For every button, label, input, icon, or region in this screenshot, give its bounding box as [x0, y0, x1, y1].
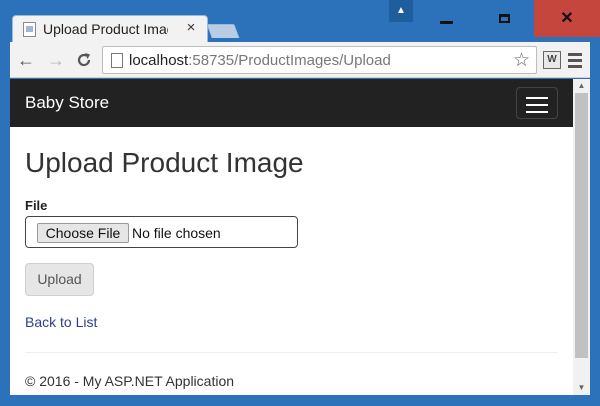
scroll-down-icon[interactable]: ▼ [573, 381, 590, 395]
forward-arrow-icon[interactable]: → [44, 48, 68, 72]
navbar-toggle-button[interactable] [516, 87, 558, 119]
maximize-icon [499, 14, 510, 24]
page-icon [111, 53, 123, 68]
vertical-scrollbar[interactable]: ▲ ▼ [573, 79, 590, 395]
browser-tab[interactable]: Upload Product Image × [12, 15, 208, 42]
file-label: File [25, 198, 48, 213]
page-title: Upload Product Image [25, 147, 304, 178]
bookmark-star-icon[interactable]: ☆ [513, 49, 530, 72]
reload-icon[interactable] [72, 48, 96, 72]
url-text[interactable]: localhost:58735/ProductImages/Upload [129, 52, 391, 69]
browser-toolbar: ← → localhost:58735/ProductImages/Upload… [10, 42, 590, 78]
window-bottom-frame [0, 395, 600, 406]
close-window-button[interactable]: ✕ [534, 0, 600, 37]
minimize-icon [439, 21, 453, 25]
person-icon[interactable]: ▲ [389, 0, 413, 22]
choose-file-button[interactable]: Choose File [37, 223, 129, 243]
page-viewport: Baby Store Upload Product Image File Cho… [10, 79, 590, 395]
extension-icon[interactable]: W [543, 51, 561, 69]
window-titlebar: Upload Product Image × ▲ ✕ [0, 0, 600, 42]
tab-close-icon[interactable]: × [183, 19, 199, 37]
file-status-text: No file chosen [132, 225, 221, 241]
back-to-list-link[interactable]: Back to List [25, 314, 97, 330]
footer-divider [25, 352, 558, 353]
back-arrow-icon[interactable]: ← [14, 48, 38, 72]
browser-menu-icon[interactable] [568, 50, 582, 70]
scroll-up-icon[interactable]: ▲ [573, 79, 590, 93]
site-navbar: Baby Store [10, 79, 573, 127]
hamburger-icon [526, 97, 548, 99]
tab-title: Upload Product Image [43, 21, 168, 37]
file-input[interactable]: Choose File No file chosen [25, 216, 298, 248]
page-favicon-icon [23, 22, 36, 37]
minimize-button[interactable] [417, 0, 475, 37]
address-bar[interactable]: localhost:58735/ProductImages/Upload ☆ [102, 46, 537, 74]
scroll-thumb[interactable] [575, 93, 588, 358]
site-brand-link[interactable]: Baby Store [25, 93, 109, 113]
close-icon: ✕ [560, 10, 574, 27]
new-tab-button[interactable] [206, 24, 240, 38]
maximize-button[interactable] [476, 0, 533, 37]
upload-button[interactable]: Upload [25, 263, 94, 296]
footer-text: © 2016 - My ASP.NET Application [25, 373, 235, 389]
